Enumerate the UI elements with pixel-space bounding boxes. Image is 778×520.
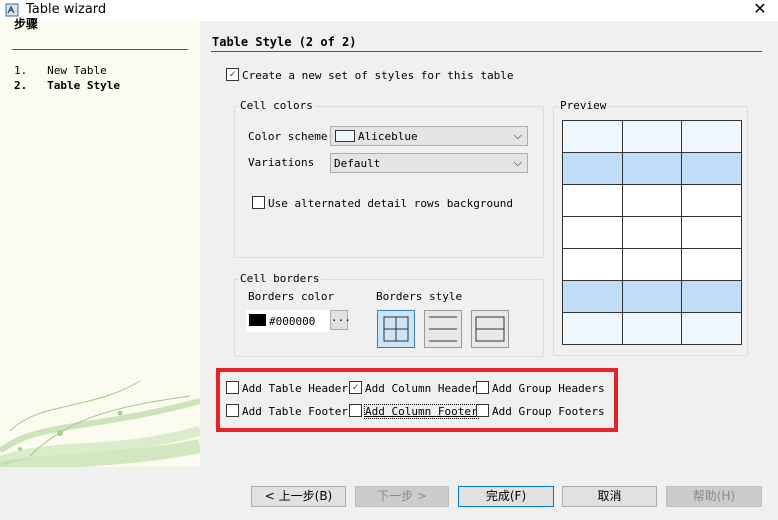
color-scheme-value: Aliceblue	[358, 130, 418, 143]
preview-cell	[681, 120, 742, 153]
add-column-footer-label: Add Column Footer	[364, 404, 479, 419]
next-button[interactable]: 下一步 >	[355, 486, 449, 507]
alternate-rows-label: Use alternated detail rows background	[268, 197, 514, 210]
preview-cell	[681, 184, 742, 217]
grid-all-icon	[383, 316, 409, 342]
step-label: New Table	[47, 64, 107, 77]
add-group-headers-checkbox[interactable]	[476, 381, 489, 394]
preview-cell	[562, 120, 623, 153]
preview-cell	[622, 248, 682, 281]
chevron-down-icon: ⌵	[513, 156, 522, 169]
color-scheme-dropdown[interactable]: Aliceblue ⌵	[330, 126, 528, 146]
border-style-all-button[interactable]	[377, 310, 415, 348]
borders-style-label: Borders style	[376, 290, 463, 303]
add-column-footer-checkbox[interactable]	[349, 404, 362, 417]
step-label: Table Style	[47, 79, 120, 92]
preview-cell	[681, 312, 742, 345]
preview-cell	[622, 312, 682, 345]
preview-cell	[562, 152, 623, 185]
preview-cell	[681, 152, 742, 185]
step-number: 1.	[14, 64, 28, 77]
preview-cell	[562, 248, 623, 281]
preview-cell	[562, 184, 623, 217]
add-column-header-checkbox[interactable]: ✓	[349, 381, 362, 394]
border-style-outer-button[interactable]	[471, 310, 509, 348]
decorative-swirl-graphic	[0, 380, 200, 467]
close-button[interactable]: ✕	[748, 0, 772, 20]
window-title: Table wizard	[26, 2, 107, 17]
borders-color-value: #000000	[269, 315, 316, 328]
title-bar	[0, 0, 778, 21]
preview-cell	[622, 120, 682, 153]
steps-heading: 步骤	[14, 17, 39, 31]
preview-cell	[562, 312, 623, 345]
help-button[interactable]: 帮助(H)	[666, 486, 762, 507]
variations-dropdown[interactable]: Default ⌵	[330, 153, 528, 173]
add-table-footer-label: Add Table Footer	[242, 405, 348, 418]
preview-cell	[622, 216, 682, 249]
preview-cell	[681, 280, 742, 313]
preview-label: Preview	[558, 99, 609, 112]
step-table-style: 2. Table Style	[14, 79, 120, 92]
borders-color-field[interactable]: #000000	[246, 310, 331, 332]
preview-cell	[622, 152, 682, 185]
add-table-header-label: Add Table Header	[242, 382, 348, 395]
preview-cell	[562, 280, 623, 313]
page-heading: Table Style (2 of 2)	[212, 35, 357, 49]
finish-button[interactable]: 完成(F)	[458, 486, 554, 507]
borders-color-swatch	[249, 314, 266, 326]
browse-color-button[interactable]: ...	[330, 310, 351, 330]
step-number: 2.	[14, 79, 28, 92]
preview-cell	[681, 216, 742, 249]
variations-label: Variations	[248, 156, 315, 169]
preview-cell	[562, 216, 623, 249]
borders-color-label: Borders color	[248, 290, 335, 303]
create-styles-checkbox[interactable]: ✓	[226, 68, 239, 81]
create-styles-label: Create a new set of styles for this tabl…	[242, 69, 514, 82]
alternate-rows-checkbox[interactable]	[252, 196, 265, 209]
add-column-header-label: Add Column Header	[365, 382, 478, 395]
variations-value: Default	[334, 157, 381, 170]
preview-table	[562, 120, 742, 345]
grid-horizontal-icon	[429, 316, 457, 342]
color-scheme-label: Color scheme	[248, 130, 328, 143]
add-group-headers-label: Add Group Headers	[492, 382, 605, 395]
add-group-footers-label: Add Group Footers	[492, 405, 605, 418]
steps-divider	[12, 49, 188, 50]
add-table-footer-checkbox[interactable]	[226, 404, 239, 417]
page-divider	[211, 51, 762, 52]
highlight-box	[216, 368, 618, 432]
chevron-down-icon: ⌵	[513, 129, 522, 142]
cell-borders-label: Cell borders	[238, 272, 322, 285]
step-new-table: 1. New Table	[14, 64, 107, 77]
cancel-button[interactable]: 取消	[562, 486, 657, 507]
cell-colors-label: Cell colors	[238, 99, 315, 112]
preview-cell	[622, 184, 682, 217]
color-scheme-swatch	[335, 130, 355, 142]
grid-outer-icon	[475, 316, 505, 342]
border-style-horizontal-button[interactable]	[424, 310, 462, 348]
preview-cell	[622, 280, 682, 313]
back-button[interactable]: < 上一步(B)	[251, 486, 346, 507]
add-group-footers-checkbox[interactable]	[476, 404, 489, 417]
preview-cell	[681, 248, 742, 281]
add-table-header-checkbox[interactable]	[226, 381, 239, 394]
